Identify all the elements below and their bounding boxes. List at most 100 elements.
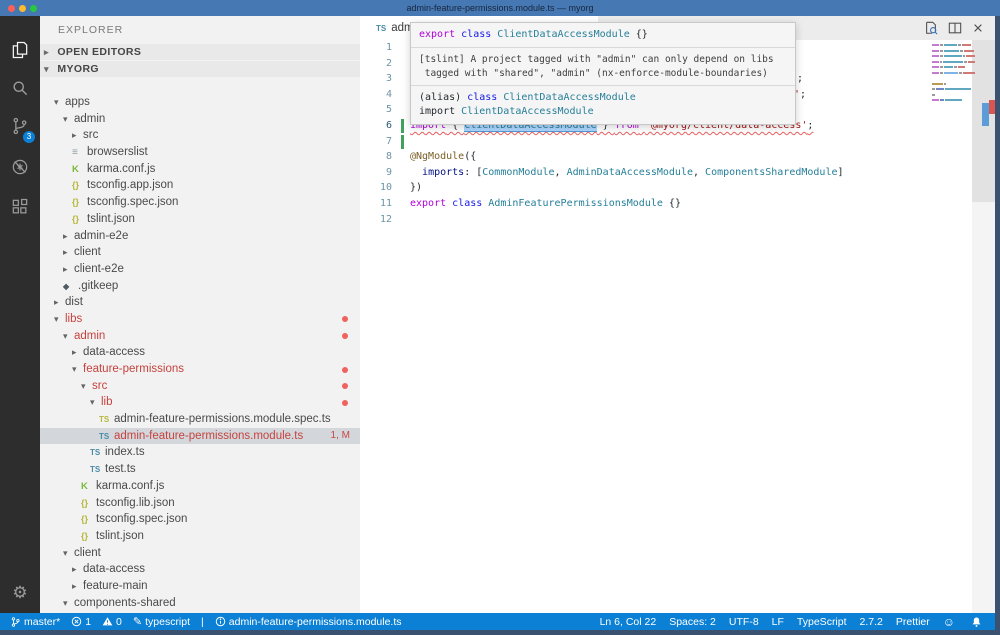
status-label: Prettier [896, 616, 930, 628]
code-token: class [452, 198, 482, 209]
tree-file-browserslist[interactable]: ≡browserslist [40, 144, 360, 161]
code-token: ; [807, 120, 813, 131]
code-token: class [467, 92, 497, 103]
tree-folder-admin[interactable]: ▾admin [40, 111, 360, 128]
status-warning-count[interactable]: 0 [102, 616, 122, 628]
info-icon [215, 616, 226, 627]
status-tslint-status[interactable]: ✎typescript [133, 615, 190, 628]
tree-file-admin-feature-permissions.module.spec.ts[interactable]: TSadmin-feature-permissions.module.spec.… [40, 411, 360, 428]
status-encoding[interactable]: UTF-8 [729, 616, 759, 628]
status-language-mode[interactable]: TypeScript [797, 616, 847, 628]
minimap-code[interactable] [932, 44, 976, 110]
split-editor-icon[interactable] [947, 20, 963, 36]
tree-folder-admin-e2e[interactable]: ▸admin-e2e [40, 228, 360, 245]
tree-file-tslint.json[interactable]: {}tslint.json [40, 528, 360, 545]
tree-file-karma.conf.js[interactable]: Kkarma.conf.js [40, 478, 360, 495]
source-control-icon[interactable]: 3 [0, 106, 40, 146]
tree-folder-src[interactable]: ▾src [40, 378, 360, 395]
tree-item-label: admin-feature-permissions.module.spec.ts [114, 413, 331, 425]
overview-error-marker[interactable] [989, 100, 995, 114]
tree-folder-client[interactable]: ▾client [40, 545, 360, 562]
tree-folder-data-access[interactable]: ▸data-access [40, 561, 360, 578]
json-file-icon: {} [72, 194, 87, 211]
status-error-count[interactable]: 1 [71, 616, 91, 628]
hover-alias-info: (alias) class ClientDataAccessModuleimpo… [411, 86, 795, 124]
tree-folder-apps[interactable]: ▾apps [40, 94, 360, 111]
status-label: TypeScript [797, 616, 847, 628]
status-indentation[interactable]: Spaces: 2 [669, 616, 716, 628]
code-line-11[interactable]: export class AdminFeaturePermissionsModu… [410, 196, 970, 212]
tree-folder-lib[interactable]: ▾lib [40, 394, 360, 411]
line-number-1[interactable]: 1 [360, 40, 410, 56]
debug-icon[interactable] [0, 147, 40, 187]
status-cursor-position[interactable]: Ln 6, Col 22 [600, 616, 657, 628]
tree-file-tsconfig.lib.json[interactable]: {}tsconfig.lib.json [40, 495, 360, 512]
section-myorg[interactable]: ▾ MYORG [40, 60, 360, 77]
close-editor-icon[interactable] [970, 20, 986, 36]
chevron-collapsed-icon: ▸ [72, 344, 83, 361]
tree-folder-libs[interactable]: ▾libs [40, 311, 360, 328]
tree-file-index.ts[interactable]: TSindex.ts [40, 444, 360, 461]
status-bar-left: master*10✎typescript|admin-feature-permi… [10, 613, 413, 630]
status-git-branch-status[interactable]: master* [10, 616, 60, 628]
code-token: AdminDataAccessModule [567, 167, 693, 178]
status-notifications[interactable] [971, 616, 985, 628]
open-changes-icon[interactable] [923, 20, 939, 36]
tree-folder-components-shared[interactable]: ▾components-shared [40, 595, 360, 612]
minimap-line [932, 61, 976, 63]
tree-item-label: src [83, 129, 98, 141]
tree-file-.gitkeep[interactable]: ◆.gitkeep [40, 278, 360, 295]
tree-file-admin-feature-permissions.module.ts[interactable]: TSadmin-feature-permissions.module.ts1, … [40, 428, 360, 445]
tree-folder-src[interactable]: ▸src [40, 127, 360, 144]
line-number-10[interactable]: 10 [360, 180, 410, 196]
code-line-8[interactable]: @NgModule({ [410, 149, 970, 165]
line-number-9[interactable]: 9 [360, 165, 410, 181]
code-line-9[interactable]: imports: [CommonModule, AdminDataAccessM… [410, 165, 970, 181]
typescript-file-icon: TS [99, 429, 114, 446]
karma-file-icon: K [72, 162, 87, 179]
line-number-4[interactable]: 4 [360, 87, 410, 103]
line-number-3[interactable]: 3 [360, 71, 410, 87]
overview-selection-marker[interactable] [982, 103, 989, 126]
code-line-12[interactable] [410, 212, 970, 228]
line-number-11[interactable]: 11 [360, 196, 410, 212]
typescript-file-icon: TS [376, 24, 386, 33]
status-problem-file[interactable]: admin-feature-permissions.module.ts [215, 616, 402, 628]
status-label: LF [772, 616, 784, 628]
tree-file-tsconfig.spec.json[interactable]: {}tsconfig.spec.json [40, 511, 360, 528]
explorer-icon[interactable] [0, 30, 40, 70]
status-ts-version[interactable]: 2.7.2 [860, 616, 883, 628]
code-line-7[interactable] [410, 134, 970, 150]
status-feedback[interactable]: ☺ [943, 615, 958, 629]
hover-tooltip: export class ClientDataAccessModule {} [… [410, 22, 796, 125]
tree-folder-feature-permissions[interactable]: ▾feature-permissions [40, 361, 360, 378]
json-file-icon: {} [81, 511, 96, 528]
line-number-5[interactable]: 5 [360, 102, 410, 118]
code-line-10[interactable]: }) [410, 180, 970, 196]
tree-folder-data-access[interactable]: ▸data-access [40, 344, 360, 361]
tree-folder-client[interactable]: ▸client [40, 244, 360, 261]
tree-folder-feature-main[interactable]: ▸feature-main [40, 578, 360, 595]
scm-badge: 3 [23, 131, 35, 143]
manage-gear-icon[interactable]: ⚙ [0, 573, 40, 613]
tree-file-tsconfig.app.json[interactable]: {}tsconfig.app.json [40, 177, 360, 194]
chevron-collapsed-icon: ▸ [54, 294, 65, 311]
status-prettier[interactable]: Prettier [896, 616, 930, 628]
section-open-editors[interactable]: ▸ OPEN EDITORS [40, 43, 360, 60]
tree-item-label: apps [65, 96, 90, 108]
line-number-8[interactable]: 8 [360, 149, 410, 165]
tree-file-tsconfig.spec.json[interactable]: {}tsconfig.spec.json [40, 194, 360, 211]
status-eol[interactable]: LF [772, 616, 784, 628]
typescript-spec-file-icon: TS [99, 412, 114, 429]
tree-folder-admin[interactable]: ▾admin [40, 328, 360, 345]
tree-file-karma.conf.js[interactable]: Kkarma.conf.js [40, 161, 360, 178]
line-number-12[interactable]: 12 [360, 212, 410, 228]
tree-file-tslint.json[interactable]: {}tslint.json [40, 211, 360, 228]
tree-folder-dist[interactable]: ▸dist [40, 294, 360, 311]
tree-folder-client-e2e[interactable]: ▸client-e2e [40, 261, 360, 278]
line-number-2[interactable]: 2 [360, 56, 410, 72]
tree-file-test.ts[interactable]: TStest.ts [40, 461, 360, 478]
extensions-icon[interactable] [0, 187, 40, 227]
minimap-line [932, 88, 976, 90]
search-icon[interactable] [0, 68, 40, 108]
